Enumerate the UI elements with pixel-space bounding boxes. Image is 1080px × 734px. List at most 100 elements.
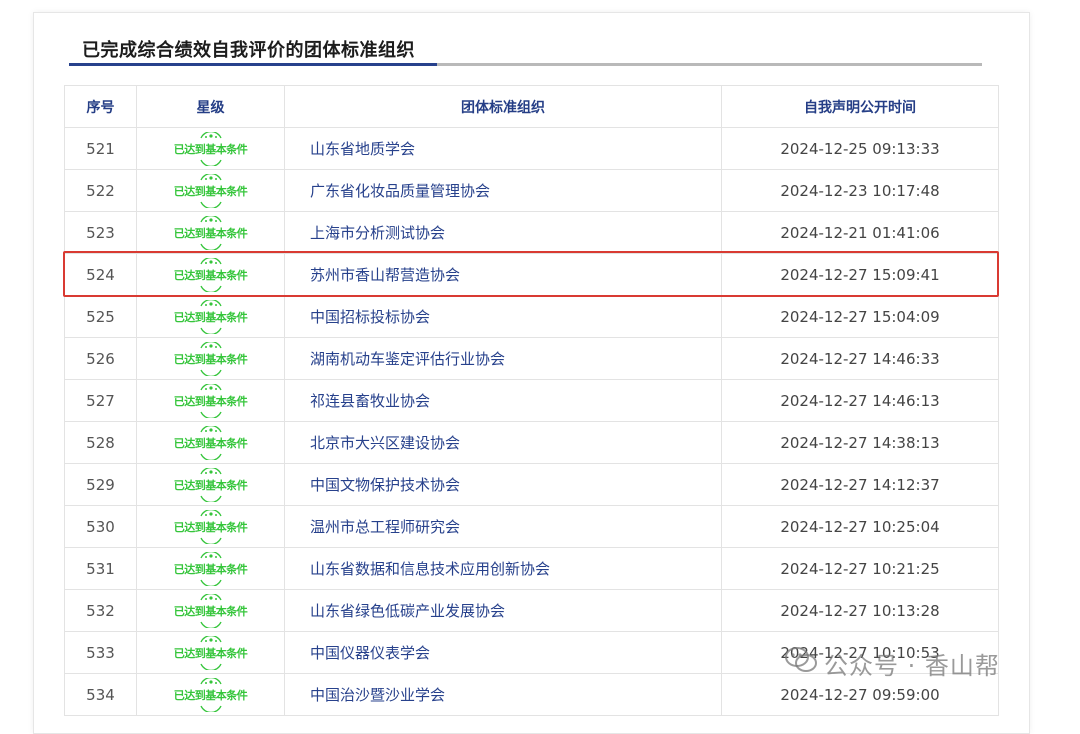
rating-badge: 已达到基本条件	[172, 257, 250, 292]
organization-link[interactable]: 中国仪器仪表学会	[284, 631, 722, 674]
row-index: 532	[64, 589, 137, 632]
rating-cell: 已达到基本条件	[136, 295, 285, 338]
organization-link[interactable]: 上海市分析测试协会	[284, 211, 722, 254]
organizations-table: 序号 星级 团体标准组织 自我声明公开时间 521 已达到基本条件 山东省地质学会 2…	[64, 85, 999, 716]
rating-badge-text: 已达到基本条件	[173, 352, 248, 366]
rating-cell: 已达到基本条件	[136, 505, 285, 548]
row-index: 525	[64, 295, 137, 338]
rating-cell: 已达到基本条件	[136, 673, 285, 716]
rating-cell: 已达到基本条件	[136, 547, 285, 590]
publish-time: 2024-12-23 10:17:48	[721, 169, 999, 212]
header-index: 序号	[64, 85, 137, 128]
section-title: 已完成综合绩效自我评价的团体标准组织	[82, 40, 415, 61]
rating-cell: 已达到基本条件	[136, 631, 285, 674]
rating-cell: 已达到基本条件	[136, 169, 285, 212]
rating-badge-text: 已达到基本条件	[173, 562, 248, 576]
rating-badge-text: 已达到基本条件	[173, 142, 248, 156]
table-row: 527 已达到基本条件 祁连县畜牧业协会 2024-12-27 14:46:13	[64, 379, 999, 422]
table-header-row: 序号 星级 团体标准组织 自我声明公开时间	[64, 85, 999, 128]
rating-badge: 已达到基本条件	[172, 425, 250, 460]
publish-time: 2024-12-27 10:25:04	[721, 505, 999, 548]
rating-badge: 已达到基本条件	[172, 551, 250, 586]
row-index: 528	[64, 421, 137, 464]
rating-badge-text: 已达到基本条件	[173, 310, 248, 324]
organization-link[interactable]: 祁连县畜牧业协会	[284, 379, 722, 422]
header-organization: 团体标准组织	[284, 85, 722, 128]
rating-cell: 已达到基本条件	[136, 253, 285, 296]
rating-badge: 已达到基本条件	[172, 215, 250, 250]
rating-badge-text: 已达到基本条件	[173, 646, 248, 660]
organization-link[interactable]: 山东省地质学会	[284, 127, 722, 170]
publish-time: 2024-12-27 14:46:33	[721, 337, 999, 380]
table-row: 525 已达到基本条件 中国招标投标协会 2024-12-27 15:04:09	[64, 295, 999, 338]
row-index: 521	[64, 127, 137, 170]
organization-link[interactable]: 中国文物保护技术协会	[284, 463, 722, 506]
title-underline-accent	[69, 63, 437, 66]
rating-badge-text: 已达到基本条件	[173, 478, 248, 492]
organization-link[interactable]: 湖南机动车鉴定评估行业协会	[284, 337, 722, 380]
header-rating: 星级	[136, 85, 285, 128]
rating-cell: 已达到基本条件	[136, 127, 285, 170]
organization-link[interactable]: 中国治沙暨沙业学会	[284, 673, 722, 716]
row-index: 531	[64, 547, 137, 590]
rating-badge-text: 已达到基本条件	[173, 268, 248, 282]
rating-badge-text: 已达到基本条件	[173, 520, 248, 534]
table-row: 526 已达到基本条件 湖南机动车鉴定评估行业协会 2024-12-27 14:46:…	[64, 337, 999, 380]
watermark-text: 公众号 · 香山帮	[824, 651, 1000, 680]
rating-badge: 已达到基本条件	[172, 509, 250, 544]
row-index: 522	[64, 169, 137, 212]
row-index: 529	[64, 463, 137, 506]
row-index: 533	[64, 631, 137, 674]
rating-badge: 已达到基本条件	[172, 131, 250, 166]
publish-time: 2024-12-25 09:13:33	[721, 127, 999, 170]
table-row: 530 已达到基本条件 温州市总工程师研究会 2024-12-27 10:25:04	[64, 505, 999, 548]
publish-time: 2024-12-27 10:13:28	[721, 589, 999, 632]
row-index: 527	[64, 379, 137, 422]
organization-link[interactable]: 温州市总工程师研究会	[284, 505, 722, 548]
publish-time: 2024-12-27 15:04:09	[721, 295, 999, 338]
table-row: 531 已达到基本条件 山东省数据和信息技术应用创新协会 2024-12-27 10:…	[64, 547, 999, 590]
rating-badge-text: 已达到基本条件	[173, 688, 248, 702]
rating-cell: 已达到基本条件	[136, 421, 285, 464]
organization-link[interactable]: 山东省绿色低碳产业发展协会	[284, 589, 722, 632]
organization-link[interactable]: 山东省数据和信息技术应用创新协会	[284, 547, 722, 590]
table-row: 523 已达到基本条件 上海市分析测试协会 2024-12-21 01:41:06	[64, 211, 999, 254]
table-row: 521 已达到基本条件 山东省地质学会 2024-12-25 09:13:33	[64, 127, 999, 170]
row-index: 534	[64, 673, 137, 716]
table-row: 528 已达到基本条件 北京市大兴区建设协会 2024-12-27 14:38:13	[64, 421, 999, 464]
publish-time: 2024-12-27 14:46:13	[721, 379, 999, 422]
organization-link[interactable]: 中国招标投标协会	[284, 295, 722, 338]
rating-badge-text: 已达到基本条件	[173, 226, 248, 240]
publish-time: 2024-12-27 14:12:37	[721, 463, 999, 506]
publish-time: 2024-12-27 15:09:41	[721, 253, 999, 296]
publish-time: 2024-12-27 10:21:25	[721, 547, 999, 590]
rating-badge: 已达到基本条件	[172, 635, 250, 670]
table-row: 532 已达到基本条件 山东省绿色低碳产业发展协会 2024-12-27 10:13:…	[64, 589, 999, 632]
organization-link[interactable]: 苏州市香山帮营造协会	[284, 253, 722, 296]
rating-badge-text: 已达到基本条件	[173, 184, 248, 198]
rating-badge-text: 已达到基本条件	[173, 394, 248, 408]
rating-badge: 已达到基本条件	[172, 341, 250, 376]
row-index: 523	[64, 211, 137, 254]
row-index: 526	[64, 337, 137, 380]
rating-badge: 已达到基本条件	[172, 677, 250, 712]
watermark: 公众号 · 香山帮	[784, 645, 1000, 681]
header-publish-time: 自我声明公开时间	[721, 85, 999, 128]
table-row: 529 已达到基本条件 中国文物保护技术协会 2024-12-27 14:12:37	[64, 463, 999, 506]
row-index: 530	[64, 505, 137, 548]
rating-badge: 已达到基本条件	[172, 383, 250, 418]
wechat-icon	[784, 645, 818, 681]
publish-time: 2024-12-21 01:41:06	[721, 211, 999, 254]
table-row: 522 已达到基本条件 广东省化妆品质量管理协会 2024-12-23 10:17:4…	[64, 169, 999, 212]
rating-cell: 已达到基本条件	[136, 589, 285, 632]
publish-time: 2024-12-27 14:38:13	[721, 421, 999, 464]
row-index: 524	[64, 253, 137, 296]
organization-link[interactable]: 广东省化妆品质量管理协会	[284, 169, 722, 212]
rating-cell: 已达到基本条件	[136, 211, 285, 254]
organization-link[interactable]: 北京市大兴区建设协会	[284, 421, 722, 464]
rating-badge-text: 已达到基本条件	[173, 604, 248, 618]
table-row: 524 已达到基本条件 苏州市香山帮营造协会 2024-12-27 15:09:41	[64, 253, 999, 296]
rating-badge-text: 已达到基本条件	[173, 436, 248, 450]
rating-badge: 已达到基本条件	[172, 299, 250, 334]
rating-cell: 已达到基本条件	[136, 379, 285, 422]
